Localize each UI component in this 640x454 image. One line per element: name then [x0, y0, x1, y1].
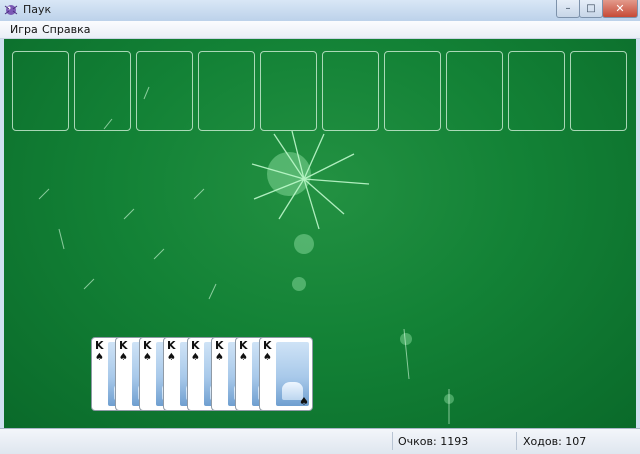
- menu-help[interactable]: Справка: [39, 23, 93, 36]
- tableau-slot[interactable]: [260, 51, 317, 131]
- moves-label: Ходов: 107: [523, 435, 587, 448]
- tableau-slot[interactable]: [198, 51, 255, 131]
- tableau-slot[interactable]: [322, 51, 379, 131]
- tableau-slot[interactable]: [508, 51, 565, 131]
- tableau-slot[interactable]: [570, 51, 627, 131]
- card-rank: K: [215, 339, 224, 352]
- card-rank: K: [239, 339, 248, 352]
- tableau-slot[interactable]: [74, 51, 131, 131]
- title-bar: Паук – □ ✕: [0, 0, 640, 22]
- status-bar: Очков: 1193 Ходов: 107: [0, 428, 640, 454]
- maximize-icon: □: [586, 2, 596, 14]
- spade-icon: ♠: [167, 352, 176, 363]
- card-rank: K: [263, 339, 272, 352]
- status-divider: [392, 432, 393, 450]
- spade-icon: ♠: [191, 352, 200, 363]
- spade-icon: ♠: [95, 352, 104, 363]
- spade-icon: ♠: [239, 352, 248, 363]
- tableau-slot[interactable]: [12, 51, 69, 131]
- close-button[interactable]: ✕: [602, 0, 638, 18]
- spade-icon: ♠: [299, 395, 309, 408]
- card-rank: K: [95, 339, 104, 352]
- score-label: Очков: 1193: [398, 435, 469, 448]
- spider-solitaire-app-icon[interactable]: [4, 3, 18, 17]
- minimize-button[interactable]: –: [556, 0, 580, 18]
- card-rank: K: [167, 339, 176, 352]
- tableau-slot[interactable]: [446, 51, 503, 131]
- card-rank: K: [191, 339, 200, 352]
- close-icon: ✕: [615, 2, 625, 15]
- card-rank: K: [143, 339, 152, 352]
- menu-bar: Игра Справка: [0, 21, 640, 39]
- menu-game[interactable]: Игра: [7, 23, 41, 36]
- tableau-slot[interactable]: [136, 51, 193, 131]
- game-table[interactable]: K ♠ K ♠ K ♠ K ♠ K ♠ K ♠ K ♠ K ♠ ♠: [4, 39, 636, 428]
- spade-icon: ♠: [143, 352, 152, 363]
- tableau-slot[interactable]: [384, 51, 441, 131]
- spade-icon: ♠: [215, 352, 224, 363]
- card-rank: K: [119, 339, 128, 352]
- spade-icon: ♠: [263, 352, 272, 363]
- window-title: Паук: [23, 3, 52, 16]
- minimize-icon: –: [565, 2, 571, 14]
- completed-king-card: K ♠ ♠: [259, 337, 313, 411]
- spade-icon: ♠: [119, 352, 128, 363]
- status-divider: [516, 432, 517, 450]
- maximize-button[interactable]: □: [579, 0, 603, 18]
